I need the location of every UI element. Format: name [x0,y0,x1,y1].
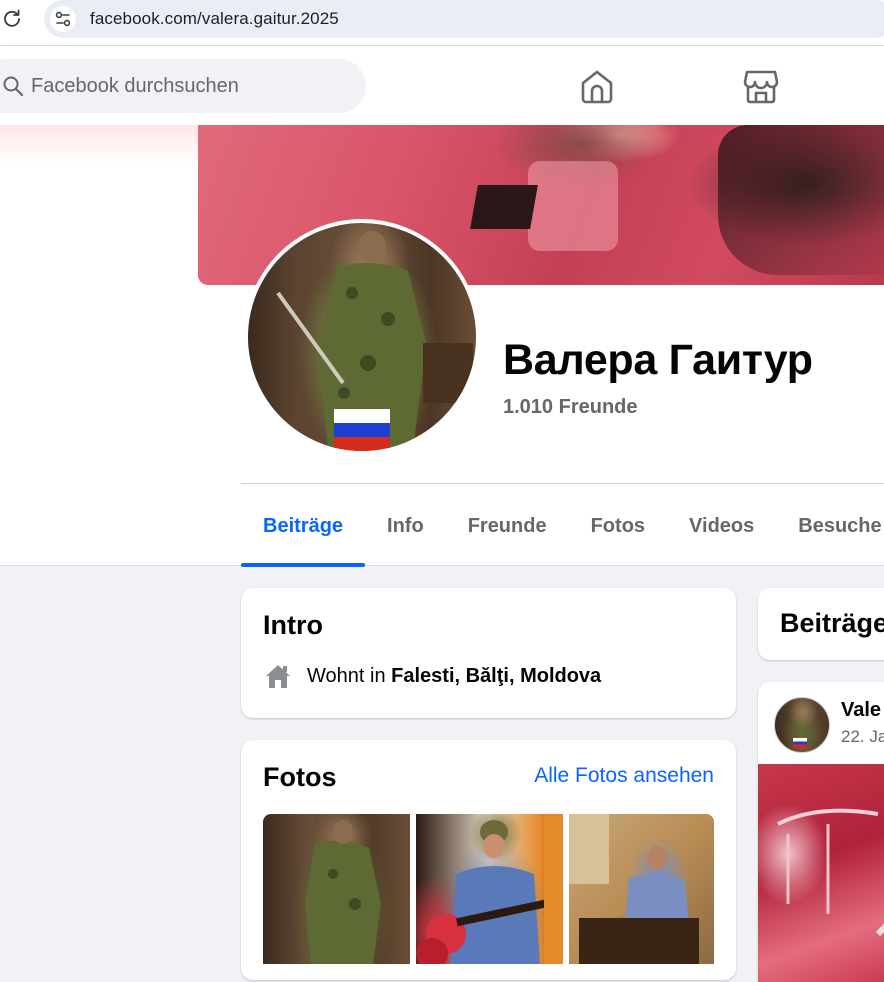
photo-figure [416,814,563,964]
photo-figure [569,814,699,964]
url-text[interactable]: facebook.com/valera.gaitur.2025 [90,9,339,29]
facebook-header [0,46,884,125]
lives-in-location[interactable]: Falesti, Bălţi, Moldova [391,665,601,688]
tab-friends[interactable]: Freunde [446,487,569,565]
post-author-avatar[interactable] [774,697,830,753]
post-image[interactable] [758,764,884,982]
post-card: Vale 22. Ja [758,682,884,982]
profile-avatar[interactable] [244,219,480,455]
intro-title: Intro [263,610,323,640]
photos-card: Fotos Alle Fotos ansehen [241,740,736,980]
search-icon [3,76,24,97]
photos-title: Fotos [263,762,337,792]
tab-posts[interactable]: Beiträge [241,487,366,567]
browser-toolbar: facebook.com/valera.gaitur.2025 [0,0,884,46]
cover-detail [718,125,884,275]
photo-figure [305,820,381,964]
tab-videos[interactable]: Videos [667,487,776,565]
search-input[interactable] [30,59,350,113]
post-image-detail [777,808,884,937]
cover-detail [528,161,618,251]
cover-edge-fade [0,125,198,165]
cover-detail [470,185,538,229]
site-info-button[interactable] [50,6,76,32]
friends-count[interactable]: 1.010 Freunde [503,396,638,419]
site-settings-icon [55,11,71,27]
profile-name: Валера Гаитур [503,336,813,384]
address-bar[interactable]: facebook.com/valera.gaitur.2025 [44,0,884,38]
tab-photos[interactable]: Fotos [569,487,667,565]
profile-tabs: Beiträge Info Freunde Fotos Videos Besuc… [241,487,884,567]
avatar-image [248,223,476,451]
see-all-photos-link[interactable]: Alle Fotos ansehen [534,764,714,788]
marketplace-icon[interactable] [742,68,780,104]
header-divider [241,483,884,484]
post-date[interactable]: 22. Ja [841,727,884,747]
tab-info[interactable]: Info [365,487,446,565]
russian-flag-overlay [334,409,390,451]
reload-icon[interactable] [2,8,22,28]
posts-header-card: Beiträge [758,588,884,660]
photo-thumbnail[interactable] [263,814,410,964]
mini-flag [793,738,807,748]
house-icon [266,665,290,688]
home-icon[interactable] [578,68,616,104]
post-author-name[interactable]: Vale [841,699,881,722]
search-box[interactable] [0,59,366,113]
posts-title: Beiträge [780,608,884,638]
profile-header: Валера Гаитур 1.010 Freunde Beiträge Inf… [0,125,884,567]
lives-in-row: Wohnt in Falesti, Bălţi, Moldova [263,662,601,690]
lives-in-prefix: Wohnt in [307,664,386,687]
photo-thumbnail[interactable] [416,814,563,964]
photo-thumbnail[interactable] [569,814,714,964]
intro-card: Intro Wohnt in Falesti, Bălţi, Moldova [241,588,736,718]
tab-visits[interactable]: Besuche [776,487,884,565]
